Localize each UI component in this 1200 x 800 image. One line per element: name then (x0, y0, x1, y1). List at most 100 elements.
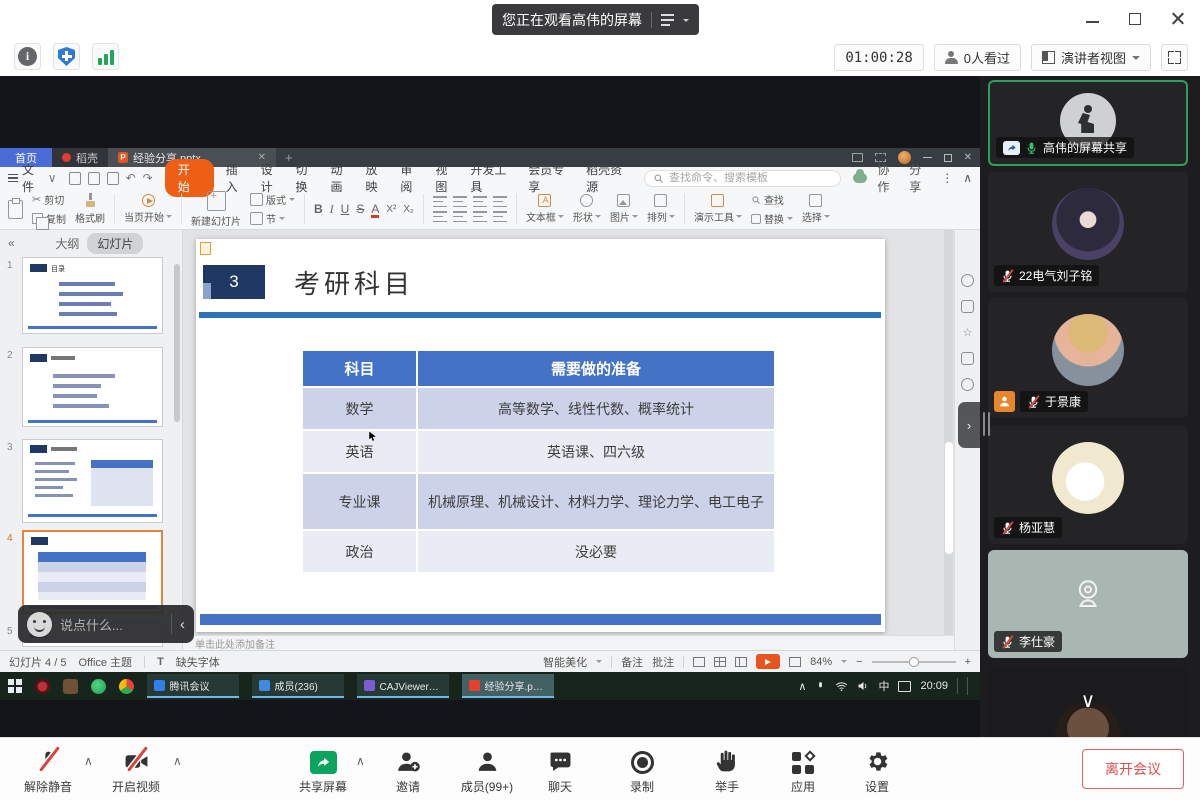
more-menu-icon[interactable]: ⋮ (941, 171, 953, 185)
copy-button[interactable]: 复制 (32, 211, 66, 226)
section-button[interactable]: 节 (250, 211, 295, 226)
participant-tile[interactable]: 22电气刘子铭 (988, 172, 1188, 292)
menu-review[interactable]: 审阅 (400, 161, 423, 195)
watching-banner[interactable]: 您正在观看高伟的屏幕 (492, 4, 699, 35)
paragraph-align-group[interactable] (433, 196, 507, 222)
canvas-scroll-thumb[interactable] (945, 442, 953, 554)
settings-button[interactable]: 设置 (851, 746, 903, 795)
taskbar-app-icon[interactable] (63, 679, 78, 694)
strike-button[interactable]: S (356, 202, 364, 216)
redo-icon[interactable]: ↷ (143, 171, 153, 185)
banner-menu-icon[interactable] (661, 14, 674, 26)
new-slide-button[interactable]: 新建幻灯片 (191, 191, 241, 228)
start-video-button[interactable]: 开启视频 (104, 746, 168, 795)
normal-view-icon[interactable] (693, 657, 705, 667)
chat-button[interactable]: 聊天 (534, 746, 586, 795)
slide-thumbnail-2[interactable] (22, 347, 163, 427)
taskbar-tencent-meeting[interactable]: 腾讯会议 (147, 674, 239, 698)
show-desktop-button[interactable] (967, 677, 972, 695)
italic-button[interactable]: I (330, 202, 334, 217)
menu-slideshow[interactable]: 放映 (365, 161, 388, 195)
textbox-button[interactable]: 文本框 (526, 194, 564, 224)
members-button[interactable]: 成员(99+) (450, 746, 524, 795)
slide-thumbnail-4-selected[interactable] (22, 530, 163, 614)
undo-icon[interactable]: ↶ (126, 171, 136, 185)
format-painter-button[interactable]: 格式刷 (75, 193, 105, 225)
presentation-tools-button[interactable]: 演示工具 (694, 194, 742, 224)
bold-button[interactable]: B (314, 202, 323, 216)
participant-tile[interactable]: 杨亚慧 (988, 426, 1188, 544)
underline-button[interactable]: U (341, 202, 350, 216)
zoom-out-button[interactable]: − (856, 656, 862, 668)
scroll-more-icon[interactable]: ∨ (1081, 688, 1096, 713)
cloud-sync-icon[interactable] (853, 173, 868, 183)
chat-collapse-icon[interactable]: ‹ (180, 616, 185, 633)
sorter-view-icon[interactable] (714, 657, 726, 667)
menu-file[interactable]: 文件∨ (8, 161, 57, 195)
save-icon[interactable] (69, 172, 81, 185)
export-icon[interactable] (107, 172, 119, 185)
slide-thumbnail-3[interactable] (22, 439, 163, 523)
chrome-icon[interactable] (119, 679, 134, 694)
wifi-icon[interactable] (835, 681, 848, 692)
fullscreen-button[interactable] (1161, 44, 1188, 71)
theme-name[interactable]: Office 主题 (78, 654, 132, 670)
search-input[interactable] (669, 172, 829, 184)
slide-editor[interactable]: 3 考研科目 科目 需要做的准备 数学 高等数学、线性代数、概率统计 (196, 239, 885, 632)
speaker-icon[interactable] (857, 680, 869, 692)
chat-quick-bar[interactable]: 说点什么... ‹ (18, 605, 194, 643)
command-search[interactable] (644, 170, 841, 187)
play-from-current-button[interactable]: 当页开始 (124, 194, 172, 224)
layout-button[interactable]: 版式 (250, 192, 295, 207)
unmute-button[interactable]: 解除静音 (16, 746, 80, 795)
notes-button[interactable]: 备注 (621, 654, 643, 670)
zoom-slider-knob[interactable] (909, 657, 919, 667)
taskbar-members-window[interactable]: 成员(236) (252, 674, 344, 698)
missing-font[interactable]: 缺失字体 (176, 654, 220, 670)
star-icon[interactable]: ☆ (963, 326, 973, 339)
ime-indicator[interactable]: 中 (878, 678, 889, 694)
share-screen-button[interactable]: 共享屏幕 (291, 746, 355, 795)
menu-animation[interactable]: 动画 (331, 161, 354, 195)
superscript-button[interactable]: X² (386, 204, 396, 215)
emoji-button[interactable] (27, 612, 52, 637)
menu-devtools[interactable]: 开发工具 (470, 161, 516, 195)
wps-minimize-button[interactable] (923, 157, 932, 159)
participant-tile-partial[interactable]: ∨ (988, 666, 1188, 737)
share-button[interactable]: 分享 (909, 161, 931, 195)
menu-view[interactable]: 视图 (435, 161, 458, 195)
properties-icon[interactable] (961, 274, 974, 287)
leave-meeting-button[interactable]: 离开会议 (1082, 749, 1184, 789)
wps-tab-docer[interactable]: 稻壳 (52, 148, 108, 167)
wechat-icon[interactable] (91, 679, 106, 694)
share-options-chevron[interactable]: ∧ (356, 754, 365, 768)
picture-button[interactable]: 图片 (610, 194, 638, 224)
minimize-button[interactable] (1086, 21, 1099, 23)
font-color-button[interactable]: A (371, 202, 379, 216)
participant-tile[interactable]: 于景康 (988, 298, 1188, 418)
comment-panel-icon[interactable] (961, 352, 974, 365)
replace-button[interactable]: 替换 (751, 211, 793, 226)
video-options-chevron[interactable]: ∧ (173, 754, 182, 768)
menu-design[interactable]: 设计 (261, 161, 284, 195)
maximize-button[interactable] (1129, 13, 1141, 25)
taskbar-app-icon[interactable] (35, 679, 50, 694)
record-button[interactable]: 录制 (616, 746, 668, 795)
mic-options-chevron[interactable]: ∧ (84, 754, 93, 768)
find-button[interactable]: 查找 (751, 192, 793, 207)
panel-tab-slides[interactable]: 幻灯片 (87, 233, 143, 254)
canvas-scroll-track[interactable] (944, 230, 953, 635)
help-icon[interactable] (961, 378, 974, 391)
menu-docer-res[interactable]: 稻壳资源 (586, 161, 632, 195)
tray-mic-icon[interactable] (815, 680, 826, 693)
notes-bar[interactable]: 单击此处添加备注 (183, 635, 954, 650)
sidebar-splitter[interactable] (983, 412, 990, 436)
apps-button[interactable]: 应用 (777, 746, 829, 795)
raise-hand-button[interactable]: 举手 (701, 746, 753, 795)
comments-button[interactable]: 批注 (652, 654, 674, 670)
watch-count[interactable]: 0人看过 (934, 44, 1021, 71)
reading-view-icon[interactable] (735, 657, 747, 667)
start-button[interactable] (8, 679, 22, 693)
subscript-button[interactable]: X₂ (403, 204, 414, 215)
panel-collapse-icon[interactable]: « (8, 236, 15, 250)
